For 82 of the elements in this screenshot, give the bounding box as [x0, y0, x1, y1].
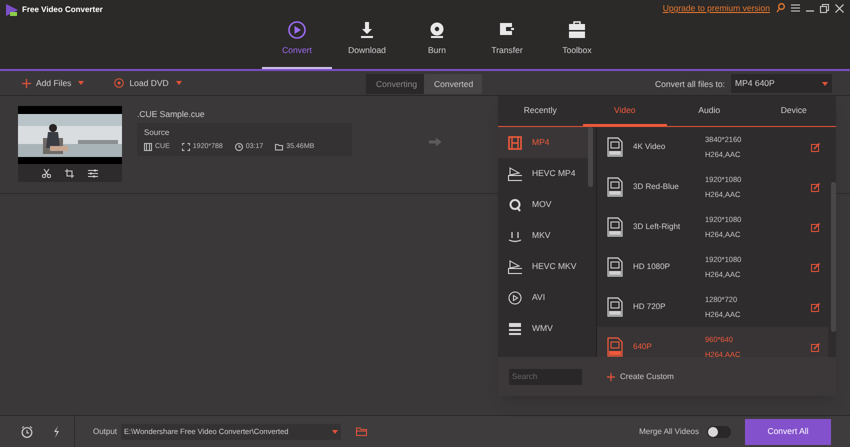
preset-name: 3D Left-Right	[633, 221, 682, 233]
format-tab[interactable]: Audio	[667, 96, 752, 126]
caret-icon[interactable]	[176, 81, 182, 85]
scrollbar-thumb[interactable]	[588, 127, 593, 187]
logo-icon	[5, 3, 19, 17]
video-file-icon	[607, 177, 623, 197]
upgrade-link[interactable]: Upgrade to premium version	[662, 2, 770, 15]
format-item[interactable]: HEVC MP4	[498, 158, 590, 189]
convert-all-label: Convert all files to:	[655, 78, 725, 91]
plus-icon	[607, 372, 615, 380]
add-files-button[interactable]: Add Files	[22, 76, 72, 90]
toolbox-icon	[567, 20, 587, 40]
video-file-icon	[607, 257, 623, 277]
preset-name: 3D Red-Blue	[633, 181, 680, 193]
edit-icon[interactable]	[811, 262, 820, 272]
output-label: Output	[93, 426, 118, 438]
format-tab[interactable]: Recently	[498, 96, 582, 126]
preset-name: 640P	[633, 341, 653, 353]
video-file-icon	[607, 337, 623, 357]
caret-icon	[822, 82, 828, 86]
format-item[interactable]: MKV	[498, 220, 590, 251]
preset-name: 4K Video	[633, 141, 666, 153]
nav-tab[interactable]: Transfer	[472, 0, 542, 69]
nav-tab[interactable]: Toolbox	[542, 0, 612, 69]
film-icon	[144, 143, 152, 152]
format-tab[interactable]: Device	[752, 96, 836, 126]
play-circle-icon	[508, 290, 522, 304]
app-title: Free Video Converter	[22, 4, 103, 16]
q-icon	[508, 198, 522, 212]
arrow-right-icon	[429, 137, 442, 147]
alarm-clock-icon[interactable]	[21, 426, 33, 438]
convert-all-button[interactable]: Convert All	[745, 418, 831, 444]
nav-tab[interactable]: Burn	[402, 0, 472, 69]
lightning-icon[interactable]	[53, 426, 60, 438]
clapper-icon	[508, 322, 522, 336]
format-item[interactable]: WMV	[498, 313, 590, 344]
edit-icon[interactable]	[811, 302, 820, 312]
format-tab[interactable]: Video	[582, 96, 667, 126]
crop-icon[interactable]	[65, 168, 74, 178]
format-item[interactable]: HEVC MKV	[498, 251, 590, 282]
view-tab[interactable]: Converted	[424, 74, 482, 94]
preset-name: HD 1080P	[633, 261, 671, 273]
edit-icon[interactable]	[811, 142, 820, 152]
video-file-icon	[607, 217, 623, 237]
search-field[interactable]: Search	[509, 368, 582, 384]
plus-icon	[22, 78, 31, 88]
close-icon[interactable]	[835, 4, 844, 13]
folder-icon	[275, 143, 284, 152]
create-custom-button[interactable]: Create Custom	[607, 370, 674, 382]
edit-icon[interactable]	[811, 342, 820, 352]
load-dvd-button[interactable]: Load DVD	[114, 76, 169, 90]
format-item[interactable]: AVI	[498, 282, 590, 313]
video-file-icon	[607, 297, 623, 317]
sliders-icon[interactable]	[88, 168, 98, 178]
format-item[interactable]: MP4	[498, 127, 590, 158]
video-file-icon	[508, 260, 522, 274]
play-circle-icon	[287, 20, 307, 40]
edit-icon[interactable]	[811, 222, 820, 232]
merge-label: Merge All Videos	[639, 426, 699, 438]
format-dropdown[interactable]: MP4 640P	[731, 74, 832, 93]
scrollbar-thumb[interactable]	[831, 182, 836, 332]
format-item[interactable]: MOV	[498, 189, 590, 220]
view-tab[interactable]: Converting	[366, 74, 424, 94]
film-icon	[508, 136, 522, 150]
preset-name: HD 720P	[633, 301, 666, 313]
source-label: Source	[144, 127, 170, 139]
merge-toggle[interactable]	[707, 426, 731, 438]
caret-icon	[332, 430, 338, 434]
caret-icon[interactable]	[78, 81, 84, 85]
menu-icon[interactable]	[791, 4, 800, 12]
search-icon[interactable]	[776, 3, 785, 14]
video-file-icon	[508, 166, 522, 180]
nav-tab[interactable]: Download	[332, 0, 402, 69]
video-file-icon	[607, 137, 623, 157]
scissors-icon[interactable]	[42, 168, 51, 178]
file-name: .CUE Sample.cue	[137, 108, 205, 121]
folder-icon[interactable]	[356, 427, 368, 436]
disc-icon	[114, 78, 124, 88]
clock-icon	[234, 143, 243, 152]
restore-icon[interactable]	[820, 4, 829, 13]
edit-icon[interactable]	[811, 182, 820, 192]
resize-icon	[182, 143, 190, 152]
